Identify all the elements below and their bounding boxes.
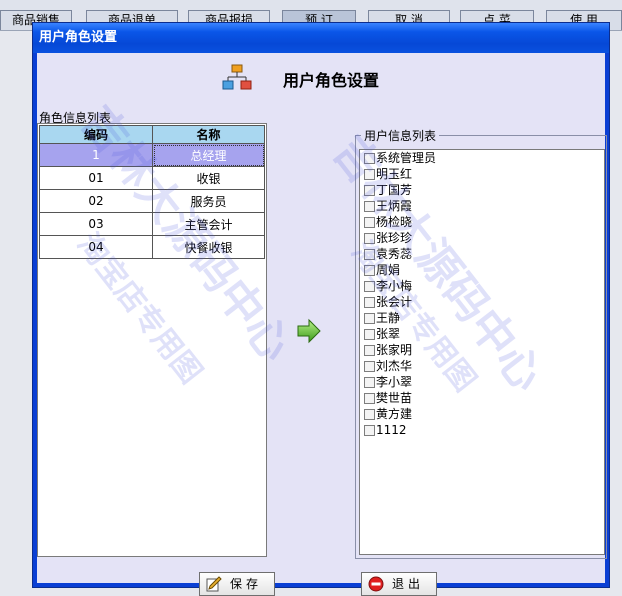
list-item[interactable]: 张会计 <box>360 294 604 310</box>
user-name: 张家明 <box>376 343 413 357</box>
list-item[interactable]: 明玉红 <box>360 166 604 182</box>
list-item[interactable]: 李小梅 <box>360 278 604 294</box>
checkbox[interactable] <box>364 185 375 196</box>
checkbox[interactable] <box>364 217 375 228</box>
list-item[interactable]: 张家明 <box>360 342 604 358</box>
user-name: 王静 <box>376 311 401 325</box>
user-name: 杨检晓 <box>376 215 413 229</box>
users-label: 用户信息列表 <box>361 127 440 144</box>
list-item[interactable]: 刘杰华 <box>360 358 604 374</box>
checkbox[interactable] <box>364 377 375 388</box>
checkbox[interactable] <box>364 249 375 260</box>
list-item[interactable]: 丁国芳 <box>360 182 604 198</box>
checkbox[interactable] <box>364 153 375 164</box>
user-name: 李小梅 <box>376 279 413 293</box>
user-name: 周娟 <box>376 263 401 277</box>
dialog-heading: 用户角色设置 <box>283 71 380 90</box>
users-checklist[interactable]: 系统管理员明玉红丁国芳王炳霞杨检晓张珍珍袁秀蕊周娟李小梅张会计王静张翠张家明刘杰… <box>359 149 605 555</box>
column-header-code[interactable]: 编码 <box>39 125 153 144</box>
checkbox[interactable] <box>364 281 375 292</box>
exit-button-label: 退出 <box>392 577 425 591</box>
column-header-name[interactable]: 名称 <box>152 125 265 144</box>
list-item[interactable]: 1112 <box>360 422 604 438</box>
list-item[interactable]: 张珍珍 <box>360 230 604 246</box>
table-row[interactable]: 02 服务员 <box>39 189 265 213</box>
user-name: 系统管理员 <box>376 151 437 165</box>
checkbox[interactable] <box>364 313 375 324</box>
role-code[interactable]: 01 <box>39 166 153 190</box>
checkbox[interactable] <box>364 425 375 436</box>
save-button-label: 保存 <box>230 577 263 591</box>
user-name: 丁国芳 <box>376 183 413 197</box>
list-item[interactable]: 王炳霞 <box>360 198 604 214</box>
roles-table: 编码 名称 1 总经理 01 收银 02 服务员 03 主管会计 04 快餐收银 <box>39 125 265 259</box>
org-chart-icon <box>222 64 252 90</box>
user-name: 1112 <box>376 423 407 437</box>
user-name: 樊世苗 <box>376 391 413 405</box>
user-name: 李小翠 <box>376 375 413 389</box>
checkbox[interactable] <box>364 201 375 212</box>
checkbox[interactable] <box>364 297 375 308</box>
list-item[interactable]: 王静 <box>360 310 604 326</box>
role-code[interactable]: 04 <box>39 235 153 259</box>
user-role-dialog: 用户角色设置 用户角色设置 角色信息列表 编码 名称 1 总经理 01 收银 0… <box>32 22 610 596</box>
role-code[interactable]: 03 <box>39 212 153 236</box>
role-name[interactable]: 收银 <box>152 166 265 190</box>
role-code[interactable]: 1 <box>39 143 153 167</box>
user-name: 黄方建 <box>376 407 413 421</box>
table-row-selected[interactable]: 1 总经理 <box>39 143 265 167</box>
list-item[interactable]: 黄方建 <box>360 406 604 422</box>
checkbox[interactable] <box>364 169 375 180</box>
checkbox[interactable] <box>364 393 375 404</box>
table-row[interactable]: 04 快餐收银 <box>39 235 265 259</box>
list-item[interactable]: 张翠 <box>360 326 604 342</box>
user-name: 王炳霞 <box>376 199 413 213</box>
user-name: 张会计 <box>376 295 413 309</box>
checkbox[interactable] <box>364 345 375 356</box>
role-name[interactable]: 快餐收银 <box>152 235 265 259</box>
user-name: 袁秀蕊 <box>376 247 413 261</box>
role-name[interactable]: 总经理 <box>152 143 265 167</box>
user-name: 张翠 <box>376 327 401 341</box>
checkbox[interactable] <box>364 329 375 340</box>
table-row[interactable]: 03 主管会计 <box>39 212 265 236</box>
table-row[interactable]: 01 收银 <box>39 166 265 190</box>
list-item[interactable]: 李小翠 <box>360 374 604 390</box>
checkbox[interactable] <box>364 361 375 372</box>
checkbox[interactable] <box>364 265 375 276</box>
checkbox[interactable] <box>364 409 375 420</box>
assign-arrow-icon[interactable] <box>295 317 323 345</box>
role-name[interactable]: 服务员 <box>152 189 265 213</box>
dialog-titlebar[interactable]: 用户角色设置 <box>33 23 609 53</box>
exit-button[interactable]: 退出 <box>361 572 437 596</box>
checkbox[interactable] <box>364 233 375 244</box>
save-button[interactable]: 保存 <box>199 572 275 596</box>
list-item[interactable]: 杨检晓 <box>360 214 604 230</box>
list-item[interactable]: 樊世苗 <box>360 390 604 406</box>
user-name: 刘杰华 <box>376 359 413 373</box>
user-name: 明玉红 <box>376 167 413 181</box>
roles-grid: 编码 名称 1 总经理 01 收银 02 服务员 03 主管会计 04 快餐收银 <box>37 123 267 557</box>
list-item[interactable]: 系统管理员 <box>360 150 604 166</box>
role-name[interactable]: 主管会计 <box>152 212 265 236</box>
user-name: 张珍珍 <box>376 231 413 245</box>
dialog-client-area: 用户角色设置 角色信息列表 编码 名称 1 总经理 01 收银 02 服务员 0… <box>37 53 607 596</box>
list-item[interactable]: 袁秀蕊 <box>360 246 604 262</box>
list-item[interactable]: 周娟 <box>360 262 604 278</box>
role-code[interactable]: 02 <box>39 189 153 213</box>
